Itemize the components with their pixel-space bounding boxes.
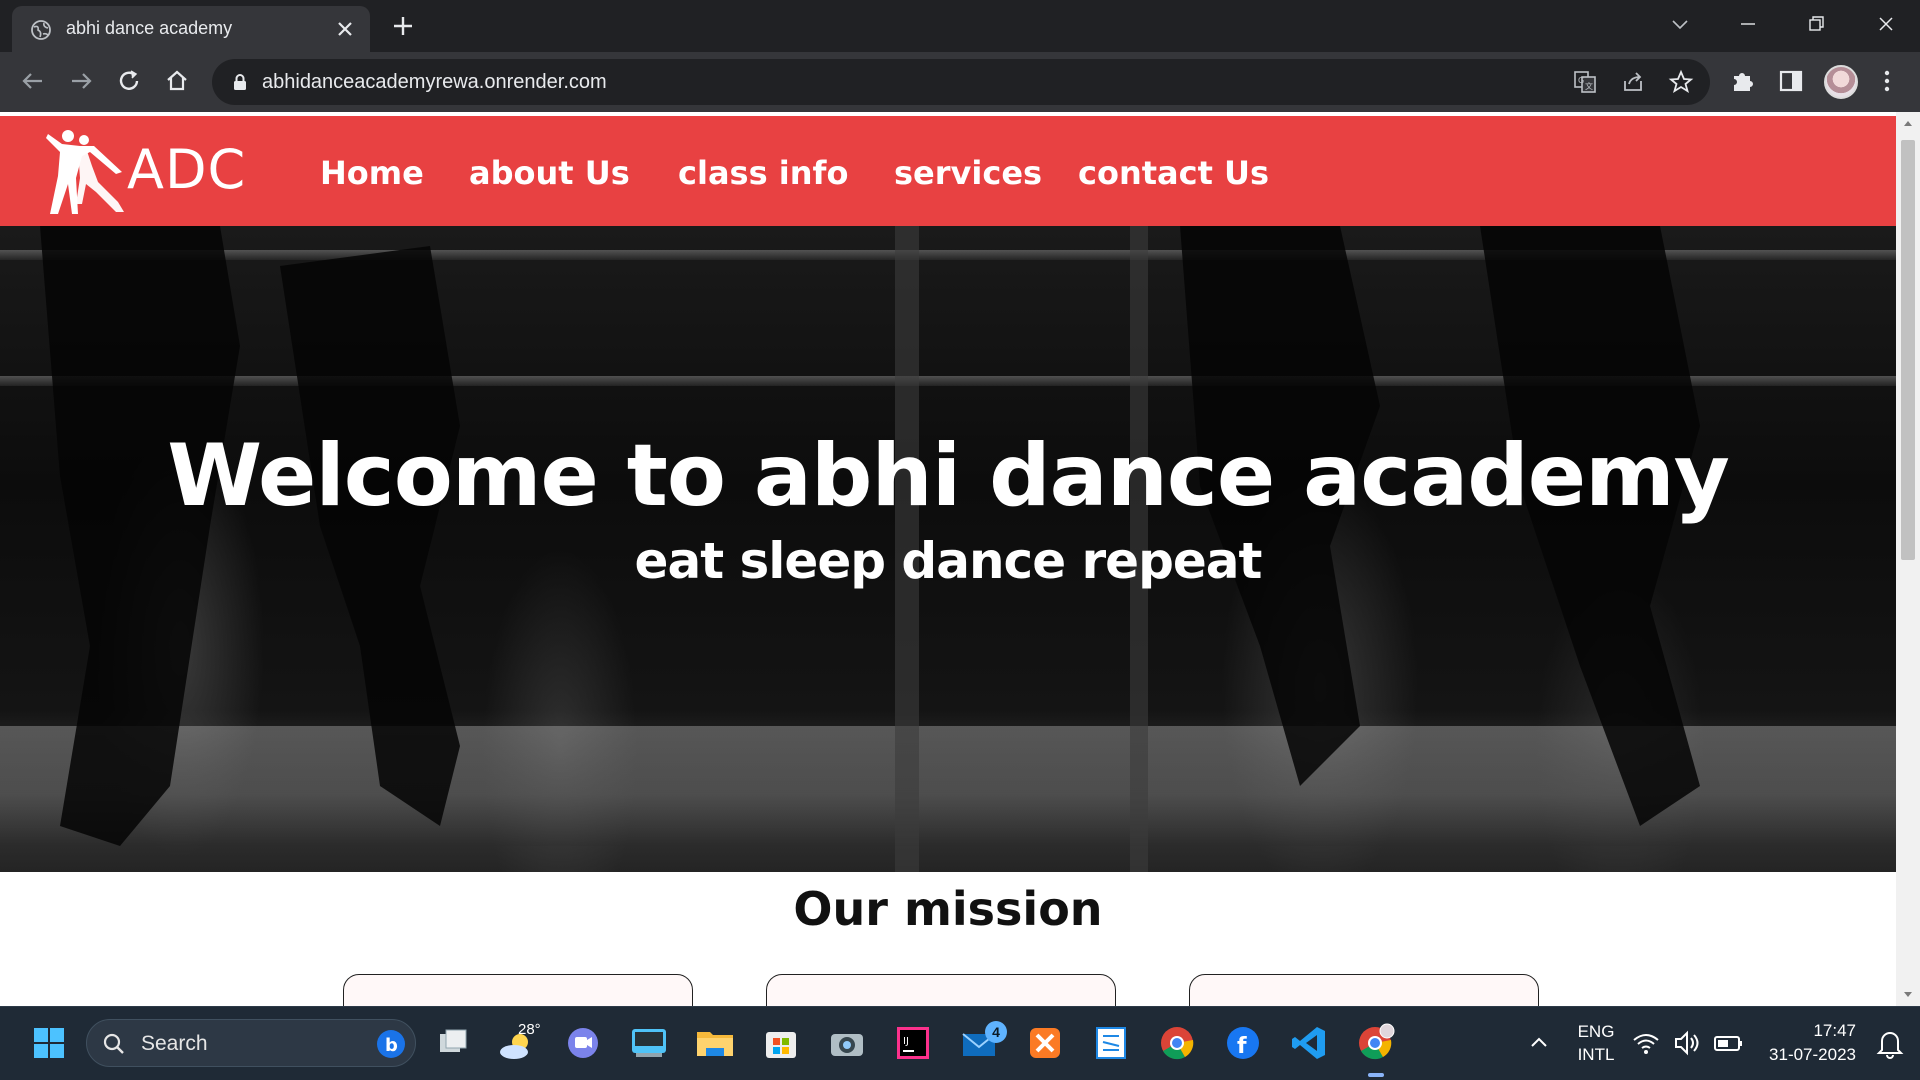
star-icon[interactable]	[1668, 69, 1694, 95]
chevron-up-icon[interactable]	[1516, 1020, 1562, 1066]
scroll-down-icon[interactable]	[1902, 988, 1914, 1000]
forward-icon[interactable]	[66, 66, 96, 96]
puzzle-icon[interactable]	[1728, 66, 1758, 96]
keyboard-icon[interactable]	[626, 1020, 672, 1066]
hero-banner: Welcome to abhi dance academy eat sleep …	[0, 226, 1896, 872]
clock-date[interactable]: 31-07-2023	[1756, 1045, 1856, 1065]
back-icon[interactable]	[18, 66, 48, 96]
tab-search-chevron-icon[interactable]	[1666, 10, 1694, 38]
tab-strip: abhi dance academy	[0, 0, 1920, 52]
mail-badge: 4	[985, 1021, 1007, 1043]
page-viewport: ADC Home about Us class info services co…	[0, 112, 1896, 1006]
mission-card	[766, 974, 1116, 1006]
site-navbar: ADC Home about Us class info services co…	[0, 116, 1896, 226]
share-icon[interactable]	[1620, 69, 1646, 95]
page-scrollbar[interactable]	[1896, 112, 1920, 1006]
chrome-icon[interactable]	[1154, 1020, 1200, 1066]
language-bottom[interactable]: INTL	[1576, 1045, 1616, 1065]
svg-text:文: 文	[1585, 81, 1593, 91]
taskbar: Search b 28° IJ 4 f ENG INTL 17:47 31-07…	[0, 1006, 1920, 1080]
search-placeholder: Search	[141, 1032, 208, 1055]
store-icon[interactable]	[758, 1020, 804, 1066]
notification-icon[interactable]	[1870, 1020, 1910, 1066]
camera-icon[interactable]	[824, 1020, 870, 1066]
battery-icon[interactable]	[1710, 1020, 1746, 1066]
folder-icon[interactable]	[692, 1020, 738, 1066]
close-icon[interactable]	[334, 18, 356, 40]
weather-temp: 28°	[518, 1021, 541, 1038]
language-top[interactable]: ENG	[1576, 1022, 1616, 1042]
close-window-icon[interactable]	[1872, 10, 1900, 38]
kebab-menu-icon[interactable]	[1872, 66, 1902, 96]
search-icon	[103, 1033, 124, 1054]
url-text: abhidanceacademyrewa.onrender.com	[262, 71, 607, 93]
windows-icon[interactable]	[26, 1020, 72, 1066]
clock-time[interactable]: 17:47	[1756, 1021, 1856, 1041]
address-bar[interactable]: abhidanceacademyrewa.onrender.com G 文	[212, 59, 1710, 105]
hero-title: Welcome to abhi dance academy	[167, 426, 1730, 526]
wifi-icon[interactable]	[1628, 1020, 1664, 1066]
active-app-indicator	[1368, 1073, 1384, 1077]
nav-services[interactable]: services	[894, 154, 1042, 192]
globe-icon	[31, 20, 51, 40]
plus-icon[interactable]	[390, 13, 416, 39]
chrome-profile-icon[interactable]	[1352, 1020, 1398, 1066]
minimize-icon[interactable]	[1734, 10, 1762, 38]
home-icon[interactable]	[162, 66, 192, 96]
vscode-icon[interactable]	[1286, 1020, 1332, 1066]
svg-text:b: b	[385, 1035, 398, 1056]
profile-avatar[interactable]	[1824, 65, 1858, 99]
copilot-icon[interactable]: b	[375, 1028, 407, 1060]
reload-icon[interactable]	[114, 66, 144, 96]
task-view-icon[interactable]	[430, 1020, 476, 1066]
nav-about-us[interactable]: about Us	[469, 154, 630, 192]
scroll-thumb[interactable]	[1901, 140, 1915, 560]
lock-icon[interactable]	[230, 72, 250, 92]
browser-toolbar: abhidanceacademyrewa.onrender.com G 文	[0, 52, 1920, 112]
taskbar-search[interactable]: Search b	[86, 1019, 416, 1067]
nav-contact-us[interactable]: contact Us	[1078, 154, 1269, 192]
svg-text:f: f	[1237, 1034, 1247, 1059]
mission-card	[1189, 974, 1539, 1006]
restore-icon[interactable]	[1802, 10, 1830, 38]
xampp-icon[interactable]	[1022, 1020, 1068, 1066]
browser-tab[interactable]: abhi dance academy	[12, 6, 370, 52]
logo-text[interactable]: ADC	[127, 138, 246, 201]
dancers-logo-icon[interactable]	[38, 126, 128, 218]
volume-icon[interactable]	[1670, 1020, 1706, 1066]
scroll-up-icon[interactable]	[1902, 118, 1914, 130]
facebook-icon[interactable]: f	[1220, 1020, 1266, 1066]
tab-title: abhi dance academy	[66, 18, 233, 38]
svg-text:G: G	[1578, 76, 1584, 85]
sidepanel-icon[interactable]	[1776, 66, 1806, 96]
intellij-icon[interactable]: IJ	[890, 1020, 936, 1066]
teams-icon[interactable]	[560, 1020, 606, 1066]
nav-home[interactable]: Home	[320, 154, 424, 192]
svg-text:IJ: IJ	[903, 1036, 909, 1047]
sublime-icon[interactable]	[1088, 1020, 1134, 1066]
translate-icon[interactable]: G 文	[1572, 69, 1598, 95]
mission-card	[343, 974, 693, 1006]
nav-class-info[interactable]: class info	[678, 154, 848, 192]
mission-heading: Our mission	[793, 882, 1103, 936]
hero-subtitle: eat sleep dance repeat	[634, 532, 1263, 590]
